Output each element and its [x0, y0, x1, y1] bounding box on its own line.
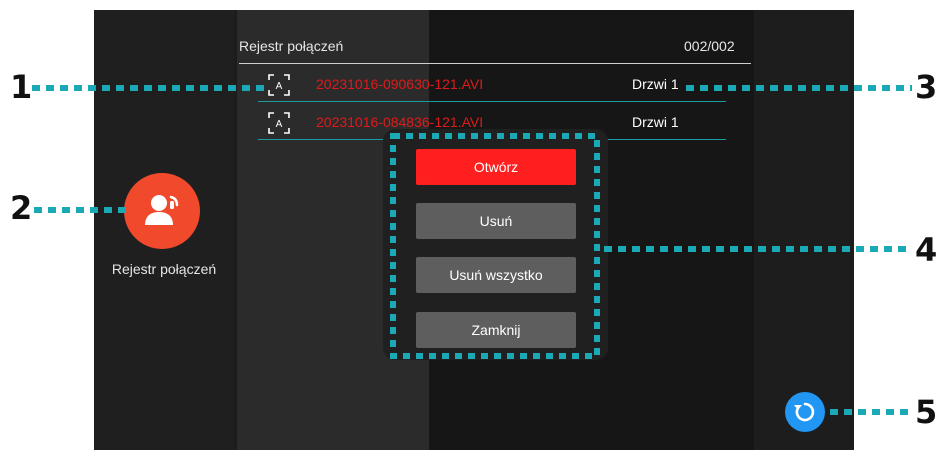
list-item[interactable]: A 20231016-090630-121.AVI Drzwi 1: [258, 72, 726, 100]
call-log-button[interactable]: [124, 173, 200, 249]
header-divider: [239, 63, 751, 64]
leader-line-4: [604, 246, 912, 252]
file-name: 20231016-090630-121.AVI: [316, 76, 484, 92]
leader-line-5: [830, 409, 912, 415]
callout-2: 2: [10, 189, 33, 227]
callout-1: 1: [10, 68, 33, 106]
row-divider: [258, 101, 726, 102]
list-count: 002/002: [684, 38, 735, 54]
file-source: Drzwi 1: [632, 114, 679, 130]
file-name: 20231016-084836-121.AVI: [316, 114, 484, 130]
person-phone-icon: [145, 195, 179, 225]
callout-3: 3: [915, 68, 938, 106]
svg-text:A: A: [276, 81, 283, 92]
file-source: Drzwi 1: [632, 76, 679, 92]
right-panel: [754, 10, 854, 450]
dialog-highlight-outline: [390, 133, 600, 359]
refresh-icon: [794, 402, 815, 422]
video-file-icon: A: [268, 112, 290, 134]
leader-line-1: [32, 85, 270, 91]
leader-line-2: [34, 207, 128, 213]
callout-4: 4: [915, 231, 938, 269]
callout-5: 5: [915, 393, 938, 431]
leader-line-3: [686, 85, 912, 91]
call-log-label: Rejestr połączeń: [111, 261, 217, 277]
svg-text:A: A: [276, 119, 283, 130]
refresh-button[interactable]: [785, 392, 825, 432]
list-title: Rejestr połączeń: [239, 38, 344, 54]
